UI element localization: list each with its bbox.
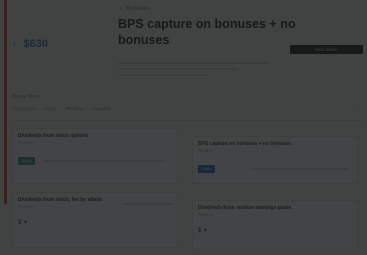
dollar-icon: $ — [198, 228, 202, 234]
bonus-card[interactable]: Dividends from stock options Pending Act… — [12, 128, 178, 184]
description-line — [118, 68, 238, 70]
star-icon: ✦ — [23, 220, 29, 226]
filters-label: Bonus filters — [12, 94, 40, 100]
card-title: Dividends from stock, fee by admin — [18, 197, 103, 203]
dollar-icon: $ — [18, 220, 22, 226]
arrow-up-icon: ↑ — [12, 39, 17, 49]
breadcrumb-label: Bonuses — [126, 6, 151, 12]
status-badge: Active — [18, 157, 35, 165]
card-icons: $ ✦ — [198, 227, 208, 234]
filter-tabs: All bonuses Active Pending Captured ⌄ — [12, 106, 364, 116]
card-detail-line — [43, 160, 163, 162]
chevron-left-icon: ‹ — [120, 6, 122, 12]
card-subtitle: Pending — [18, 204, 33, 209]
balance-display[interactable]: ↑ $630 — [12, 38, 48, 50]
page-title: BPS capture on bonuses + no bonuses — [118, 17, 296, 47]
bonus-card[interactable]: Dividends from stock, fee by admin Pendi… — [12, 192, 178, 248]
balance-amount: $630 — [23, 38, 49, 50]
bonus-card[interactable]: BPS capture on bonuses + no bonuses Pend… — [192, 136, 358, 184]
filter-tab[interactable]: Captured — [92, 106, 111, 111]
filter-tab[interactable]: Pending — [66, 106, 83, 111]
card-subtitle: Pending — [198, 212, 213, 217]
card-title: Dividends from random earnings grade — [198, 205, 292, 211]
star-icon: ✦ — [203, 228, 209, 234]
filter-tab[interactable]: Active — [44, 106, 56, 111]
filter-tab[interactable]: All bonuses — [12, 106, 35, 111]
card-subtitle: Pending — [198, 148, 213, 153]
card-title: Dividends from stock options — [18, 133, 89, 139]
description-line — [118, 74, 208, 76]
description-line — [118, 62, 268, 64]
breadcrumb[interactable]: ‹ Bonuses — [120, 6, 150, 12]
card-detail-line — [123, 203, 173, 205]
bonus-card[interactable]: Dividends from random earnings grade Pen… — [192, 200, 358, 250]
app-window: ↑ $630 ‹ Bonuses BPS capture on bonuses … — [0, 0, 367, 255]
card-title: BPS capture on bonuses + no bonuses — [198, 141, 291, 147]
view-details-button[interactable]: View details — [290, 45, 363, 54]
status-badge: Active — [198, 165, 215, 173]
chevron-down-icon[interactable]: ⌄ — [352, 106, 356, 112]
card-icons: $ ✦ — [18, 219, 28, 226]
card-detail-line — [253, 168, 348, 170]
selection-accent-rail — [4, 0, 7, 204]
card-subtitle: Pending — [18, 140, 33, 145]
filter-divider — [12, 120, 364, 121]
